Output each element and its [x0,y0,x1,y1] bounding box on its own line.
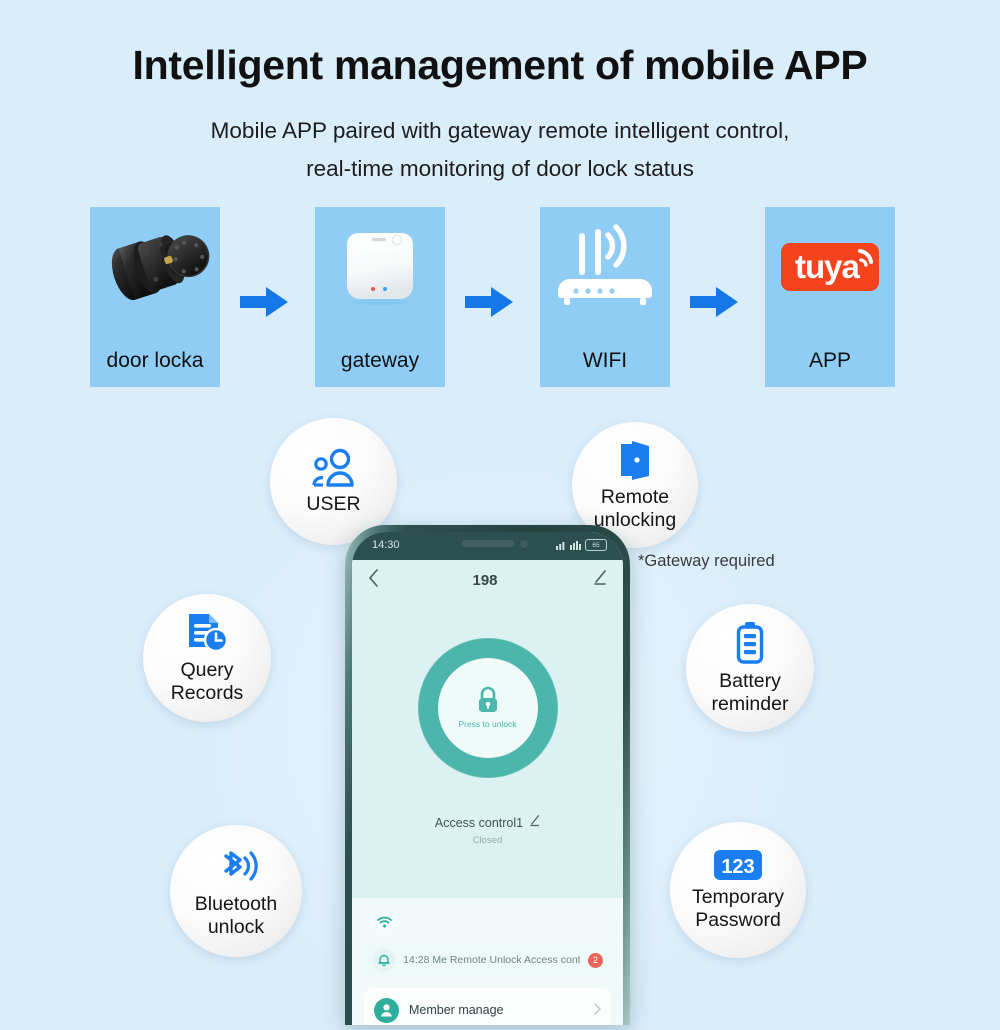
door-lock-cylinder-icon [90,207,220,350]
feature-label-line2: Password [695,909,781,931]
phone-notch [461,540,514,547]
page-subtitle-line2: real-time monitoring of door lock status [306,156,694,181]
bell-icon [372,948,396,972]
chevron-left-icon[interactable] [368,568,379,592]
flow-card-label: door locka [106,349,204,372]
arrow-right-icon [240,285,290,319]
phone-screen: 14:30 65 198 Press to unlock Access cont… [352,532,623,1025]
page-subtitle: Mobile APP paired with gateway remote in… [0,112,1000,188]
svg-text:tuya: tuya [795,248,861,285]
status-bar-indicators: 65 [556,539,607,551]
front-camera [520,540,529,548]
wifi-router-icon [540,207,670,350]
device-status: Closed [352,830,623,846]
notification-text: 14:28 Me Remote Unlock Access cont.. [403,954,580,966]
device-name-row: Access control1 [352,815,623,830]
feature-label: Battery reminder [712,670,789,716]
users-icon [309,447,359,489]
flow-card-door-lock: door locka [90,207,220,387]
gateway-hub-icon [315,207,445,350]
feature-label-line1: Battery [719,670,781,692]
feature-label-line1: Remote [600,486,670,508]
pencil-icon[interactable] [528,815,540,830]
document-clock-icon [184,611,230,655]
phone-status-bar: 14:30 65 [352,532,623,560]
feature-label-line1: Query [180,659,234,681]
feature-bubble-bluetooth-unlock[interactable]: Bluetooth unlock [170,825,302,957]
feature-label-line2: unlock [207,916,265,938]
feature-bubble-battery-reminder[interactable]: Battery reminder [686,604,814,732]
flow-card-app: tuya APP [765,207,895,387]
person-avatar-icon [374,997,399,1023]
feature-label-line2: reminder [711,693,789,715]
app-header-title: 198 [472,571,498,589]
phone-lower-section: 14:28 Me Remote Unlock Access cont.. 2 M… [352,898,623,1025]
unlock-button-label: Press to unlock [458,719,517,729]
feature-bubble-query-records[interactable]: Query Records [143,594,271,722]
flow-card-gateway: gateway [315,207,445,387]
battery-indicator: 65 [585,539,607,551]
press-to-unlock-button[interactable]: Press to unlock [417,637,558,778]
battery-icon [732,620,768,666]
device-name: Access control1 [434,815,524,830]
tuya-logo-icon: tuya [765,207,895,350]
unlock-button-inner: Press to unlock [437,657,538,758]
padlock-icon [478,686,497,712]
feature-label: Remote unlocking [594,486,676,532]
mobile-data-icon [570,541,581,550]
feature-label-line1: Temporary [691,886,785,908]
member-manage-label: Member manage [409,1003,504,1017]
notification-row[interactable]: 14:28 Me Remote Unlock Access cont.. 2 [364,942,611,978]
page-title: Intelligent management of mobile APP [132,42,868,88]
gateway-required-note: *Gateway required [638,552,775,570]
chevron-right-icon [594,1002,601,1018]
numeric-123-icon: 123 [712,848,764,882]
app-header: 198 [352,560,623,600]
flow-card-label: APP [808,349,852,372]
content-spacer [352,846,623,898]
lock-button-area: Press to unlock [352,600,623,815]
temp-password-digits: 123 [721,856,754,878]
arrow-right-icon [690,285,740,319]
pencil-icon[interactable] [591,569,607,591]
feature-label-line1: Bluetooth [194,893,278,915]
flow-card-label: WIFI [582,349,628,372]
bluetooth-signal-icon [212,843,260,889]
arrow-right-icon [465,285,515,319]
status-bar-clock: 14:30 [372,539,400,551]
feature-label-line2: Records [170,682,244,704]
device-flow: door locka gateway WIFI tuya APP [90,207,910,387]
phone-mockup: 14:30 65 198 Press to unlock Access cont… [345,525,630,1025]
wifi-icon[interactable] [370,908,398,936]
feature-label: Query Records [171,659,244,705]
page-subtitle-line1: Mobile APP paired with gateway remote in… [210,118,790,143]
feature-label: USER [306,493,361,515]
signal-icon [556,542,565,550]
feature-bubble-temporary-password[interactable]: 123 Temporary Password [670,822,806,958]
member-manage-row[interactable]: Member manage [364,988,611,1025]
flow-card-wifi: WIFI [540,207,670,387]
notification-badge: 2 [588,952,603,968]
open-door-icon [613,438,657,482]
feature-label: Temporary Password [692,886,784,932]
feature-label: Bluetooth unlock [195,893,277,939]
flow-card-label: gateway [340,349,420,372]
